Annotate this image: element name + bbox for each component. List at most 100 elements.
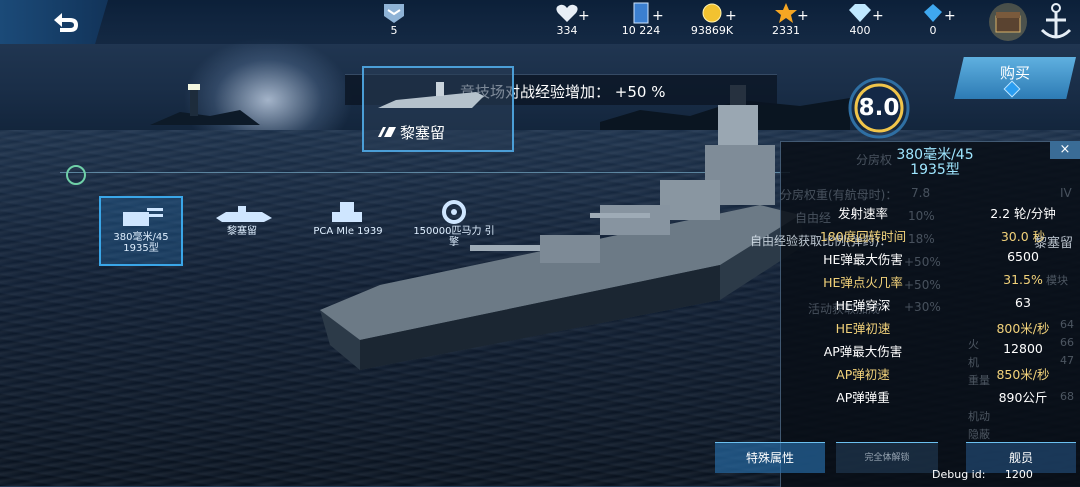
equip-label: PCA Mle 1939 [313, 226, 383, 237]
hull-icon [216, 206, 272, 222]
resource-heart[interactable]: 334 [527, 2, 607, 42]
equip-engine[interactable]: 150000匹马力 引擎 [410, 192, 498, 264]
resource-value: 334 [556, 24, 578, 37]
debug-value: 1200 [1004, 468, 1033, 481]
ghost-text: 机 [968, 356, 979, 369]
ghost-text: 火 [968, 338, 979, 351]
resource-blue-gem[interactable]: 0 [893, 2, 973, 42]
unlock-all-button[interactable]: 完全体解锁 [836, 442, 938, 473]
special-attributes-button[interactable]: 特殊属性 [715, 442, 825, 473]
ship-card[interactable]: 黎塞留 [362, 66, 514, 152]
stat-value: 800米/秒 [996, 321, 1050, 336]
stat-key: HE弹点火几率 [823, 275, 903, 290]
stat-value: 6500 [1007, 249, 1039, 264]
ghost-text: 重量 [968, 374, 990, 387]
back-arrow-icon [54, 13, 78, 32]
ghost-text: 机动 [968, 410, 990, 423]
buy-gem-icon [1003, 80, 1021, 98]
stat-key: HE弹最大伤害 [823, 252, 903, 267]
stat-row: HE弹初速 800米/秒 [780, 318, 1080, 341]
special-attributes-label: 特殊属性 [745, 451, 794, 465]
rank-badge[interactable]: 5 [354, 2, 434, 42]
stat-key: AP弹弹重 [836, 390, 890, 405]
add-heart-button[interactable]: + [578, 8, 590, 24]
stat-row: AP弹初速 850米/秒 [780, 364, 1080, 387]
stat-row: 发射速率 2.2 轮/分钟 [780, 203, 1080, 226]
resource-diamond[interactable]: 400 [820, 2, 900, 42]
stat-key: 发射速率 [837, 206, 888, 221]
panel-title: 380毫米/45 1935型 [896, 147, 974, 178]
heart-icon [556, 4, 578, 23]
ship-class-icon [378, 127, 396, 137]
stat-key: AP弹初速 [836, 367, 890, 382]
buy-label: 购买 [999, 64, 1030, 82]
stat-value: 850米/秒 [996, 367, 1050, 382]
add-card-button[interactable]: + [652, 8, 664, 24]
resource-value: 2331 [772, 24, 800, 37]
anchor-menu-icon[interactable] [1036, 0, 1076, 44]
star-icon [775, 3, 797, 23]
resource-value: 10 224 [621, 24, 661, 37]
equip-main-gun[interactable]: 380毫米/45 1935型 [99, 196, 183, 266]
add-blue-gem-button[interactable]: + [944, 8, 956, 24]
ghost-text: 隐蔽 [968, 428, 990, 441]
stat-row: AP弹弹重 890公斤 [780, 387, 1080, 410]
diamond-icon [849, 4, 871, 22]
treasure-chest-icon[interactable] [988, 2, 1028, 42]
stat-row: HE弹穿深 63 [780, 295, 1080, 318]
gun-turret-icon [123, 208, 163, 226]
rating-value: 8.0 [858, 95, 900, 121]
fire-control-icon [332, 202, 362, 222]
add-star-button[interactable]: + [797, 8, 809, 24]
ship-rating: 8.0 [842, 76, 916, 140]
blue-gem-icon [924, 4, 942, 22]
equip-hull[interactable]: 黎塞留 [198, 192, 286, 264]
stat-value: 12800 [1003, 341, 1043, 356]
ship-thumbnail [378, 82, 484, 108]
ghost-text: 47 [1060, 354, 1074, 367]
ghost-text: 分房权重(有航母时)： [780, 188, 898, 202]
equip-label: 黎塞留 [227, 226, 257, 237]
stat-row: HE弹最大伤害 6500 [780, 249, 1080, 272]
back-button[interactable] [0, 0, 108, 44]
stat-value: 30.0 秒 [1000, 229, 1046, 244]
debug-info: Debug id: 1200 [932, 468, 1033, 481]
buy-button[interactable]: 购买 [954, 57, 1076, 99]
rank-value: 5 [390, 24, 398, 37]
unlock-all-label: 完全体解锁 [864, 453, 910, 463]
resource-value: 93869K [690, 24, 734, 37]
resource-value: 0 [929, 24, 937, 37]
stat-value: 2.2 轮/分钟 [990, 206, 1056, 221]
stat-value: 63 [1015, 295, 1031, 310]
ship-name: 黎塞留 [400, 124, 446, 142]
stat-value: 890公斤 [998, 390, 1048, 405]
lighthouse-island [150, 84, 260, 125]
stat-row: 180度回转时间 30.0 秒 [780, 226, 1080, 249]
card-icon [633, 2, 649, 24]
gold-coin-icon [702, 3, 722, 23]
resource-card[interactable]: 10 224 [601, 2, 681, 42]
stat-key: HE弹穿深 [835, 298, 891, 313]
ghost-text: 64 [1060, 318, 1074, 331]
stat-key: AP弹最大伤害 [823, 344, 903, 359]
add-gold-button[interactable]: + [725, 8, 737, 24]
stat-key: HE弹初速 [835, 321, 891, 336]
resource-value: 400 [849, 24, 871, 37]
equip-label: 380毫米/45 1935型 [113, 232, 169, 254]
ghost-text: 模块 [1046, 274, 1068, 287]
close-panel-button[interactable]: × [1050, 141, 1080, 159]
stat-key: 180度回转时间 [819, 229, 907, 244]
ghost-text: 68 [1060, 390, 1074, 403]
target-marker-icon [66, 165, 86, 185]
rank-chevron-icon [384, 4, 404, 23]
resource-star[interactable]: 2331 [746, 2, 826, 42]
engine-icon [442, 200, 466, 224]
ghost-text: 7.8 [911, 186, 931, 200]
ghost-text: IV [1060, 186, 1072, 200]
debug-label: Debug id: [932, 468, 986, 481]
add-diamond-button[interactable]: + [872, 8, 884, 24]
equip-label: 150000匹马力 引擎 [413, 226, 495, 248]
stat-row: HE弹点火几率 31.5% [780, 272, 1080, 295]
resource-gold[interactable]: 93869K [672, 2, 752, 42]
equip-fire-control[interactable]: PCA Mle 1939 [304, 192, 392, 264]
